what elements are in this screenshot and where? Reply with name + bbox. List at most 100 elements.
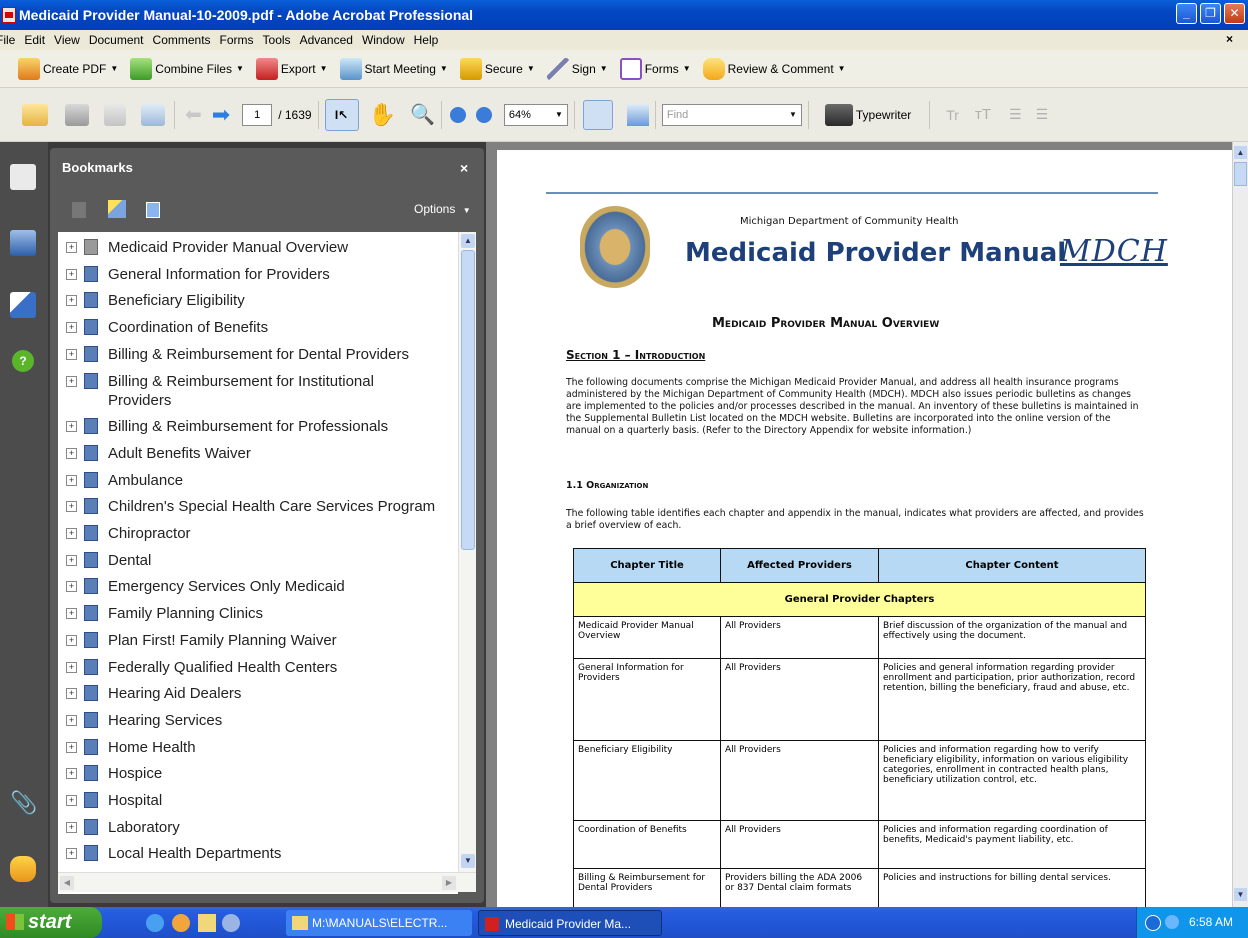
scroll-left-icon[interactable]: ◀ xyxy=(60,876,74,890)
expand-icon[interactable]: + xyxy=(66,447,77,459)
line-spacing-icon[interactable]: ☰ xyxy=(1009,106,1022,123)
bookmarks-horizontal-scrollbar[interactable]: ◀ ▶ xyxy=(58,872,476,892)
expand-icon[interactable]: + xyxy=(66,634,77,646)
ie-icon[interactable] xyxy=(146,914,164,932)
expand-icon[interactable]: + xyxy=(66,581,77,593)
expand-icon[interactable]: + xyxy=(66,554,77,566)
expand-icon[interactable]: + xyxy=(66,608,77,620)
scroll-thumb[interactable] xyxy=(1234,162,1247,186)
next-page-icon[interactable]: ➡ xyxy=(212,102,230,128)
tray-arrow-icon[interactable] xyxy=(1145,915,1161,931)
expand-icon[interactable]: + xyxy=(66,848,77,860)
expand-icon[interactable]: + xyxy=(66,528,77,539)
help-icon[interactable]: ? xyxy=(12,350,34,372)
menu-tools[interactable]: Tools xyxy=(263,33,291,47)
expand-icon[interactable]: + xyxy=(66,268,77,280)
menu-view[interactable]: View xyxy=(54,33,80,47)
expand-icon[interactable]: + xyxy=(66,421,77,433)
folder-icon[interactable] xyxy=(198,914,216,932)
scroll-right-icon[interactable]: ▶ xyxy=(442,876,456,890)
fit-width-icon[interactable] xyxy=(582,99,613,130)
menu-file[interactable]: File xyxy=(0,33,15,47)
minimize-button[interactable]: _ xyxy=(1176,3,1197,24)
document-vertical-scrollbar[interactable]: ▲ ▼ xyxy=(1232,142,1248,907)
expand-icon[interactable]: + xyxy=(66,821,77,833)
scroll-thumb[interactable] xyxy=(461,250,475,550)
expand-icon[interactable]: + xyxy=(66,768,77,780)
expand-icon[interactable]: + xyxy=(66,375,77,387)
attachments-icon[interactable]: 📎 xyxy=(10,790,37,816)
menu-window[interactable]: Window xyxy=(362,33,405,47)
find-input[interactable]: Find ▼ xyxy=(661,103,802,126)
fit-page-icon[interactable] xyxy=(626,103,649,126)
text-size-down-icon[interactable]: Tr xyxy=(946,107,959,123)
expand-icon[interactable]: + xyxy=(66,322,77,334)
scroll-down-icon[interactable]: ▼ xyxy=(461,854,475,868)
expand-icon[interactable]: + xyxy=(66,661,77,673)
open-folder-icon[interactable] xyxy=(22,103,48,126)
forms-button[interactable]: Forms ▼ xyxy=(619,57,691,80)
pages-icon[interactable] xyxy=(10,164,36,190)
menu-forms[interactable]: Forms xyxy=(220,33,254,47)
task-explorer[interactable]: M:\MANUALS\ELECTR... xyxy=(286,910,472,936)
combine-files-button[interactable]: Combine Files ▼ xyxy=(130,57,244,80)
expand-icon[interactable]: + xyxy=(66,295,77,307)
start-button[interactable]: start xyxy=(0,907,102,938)
task-acrobat[interactable]: Medicaid Provider Ma... xyxy=(478,910,662,936)
bookmark-icon xyxy=(84,551,98,568)
text-size-up-icon[interactable]: ᴛT xyxy=(975,106,991,123)
secure-button[interactable]: Secure ▼ xyxy=(459,57,535,80)
menu-advanced[interactable]: Advanced xyxy=(300,33,353,47)
menu-comments[interactable]: Comments xyxy=(153,33,211,47)
signatures-icon[interactable] xyxy=(10,292,36,318)
scroll-up-icon[interactable]: ▲ xyxy=(1234,146,1247,159)
paragraph-spacing-icon[interactable]: ☰ xyxy=(1036,106,1049,123)
menu-help[interactable]: Help xyxy=(414,33,439,47)
bookmarks-vertical-scrollbar[interactable]: ▲ ▼ xyxy=(458,232,476,872)
menu-edit[interactable]: Edit xyxy=(24,33,45,47)
scroll-up-icon[interactable]: ▲ xyxy=(461,234,475,248)
tray-app-icon[interactable] xyxy=(1165,915,1179,929)
expand-icon[interactable]: + xyxy=(66,242,77,253)
comments-icon[interactable] xyxy=(10,856,36,882)
print-icon[interactable] xyxy=(65,103,89,126)
expand-icon[interactable]: + xyxy=(66,741,77,753)
expand-icon[interactable]: + xyxy=(66,474,77,486)
sign-button[interactable]: Sign ▼ xyxy=(546,57,608,80)
zoom-tool-icon[interactable]: 🔍 xyxy=(410,102,435,127)
zoom-select[interactable]: 64% ▼ xyxy=(503,103,568,126)
save-icon[interactable] xyxy=(104,103,126,126)
document-close-icon[interactable]: × xyxy=(1226,32,1233,46)
expand-icon[interactable]: + xyxy=(66,688,77,700)
create-pdf-button[interactable]: Create PDF ▼ xyxy=(18,57,118,80)
export-button[interactable]: Export ▼ xyxy=(255,57,328,80)
maximize-button[interactable]: ❐ xyxy=(1200,3,1221,24)
expand-icon[interactable]: + xyxy=(66,795,77,806)
previous-page-icon[interactable]: ⬅ xyxy=(185,102,202,127)
hand-tool-icon[interactable]: ✋ xyxy=(369,102,396,128)
new-bookmark-icon[interactable] xyxy=(108,200,126,218)
scroll-down-icon[interactable]: ▼ xyxy=(1234,888,1247,901)
browser-icon[interactable] xyxy=(172,914,190,932)
typewriter-button[interactable]: Typewriter xyxy=(824,103,911,126)
select-tool-icon[interactable]: I↖ xyxy=(324,98,359,131)
bookmark-options-icon[interactable] xyxy=(146,202,160,218)
close-button[interactable]: ✕ xyxy=(1224,3,1245,24)
bookmark-icon xyxy=(84,631,98,648)
department-name: Michigan Department of Community Health xyxy=(740,216,959,227)
zoom-in-icon[interactable] xyxy=(475,106,492,123)
email-icon[interactable] xyxy=(141,103,165,126)
page-number-input[interactable]: 1 xyxy=(242,103,273,126)
close-panel-icon[interactable]: × xyxy=(460,160,468,176)
app-icon[interactable] xyxy=(222,914,240,932)
options-menu[interactable]: Options ▼ xyxy=(414,202,471,216)
expand-icon[interactable]: + xyxy=(66,348,77,360)
bookmarks-icon[interactable] xyxy=(10,230,36,256)
review-comment-button[interactable]: Review & Comment ▼ xyxy=(702,57,846,80)
menu-document[interactable]: Document xyxy=(89,33,144,47)
delete-bookmark-icon[interactable] xyxy=(72,202,86,218)
start-meeting-button[interactable]: Start Meeting ▼ xyxy=(339,57,448,80)
expand-icon[interactable]: + xyxy=(66,714,77,726)
zoom-out-icon[interactable] xyxy=(449,106,466,123)
expand-icon[interactable]: + xyxy=(66,501,77,513)
